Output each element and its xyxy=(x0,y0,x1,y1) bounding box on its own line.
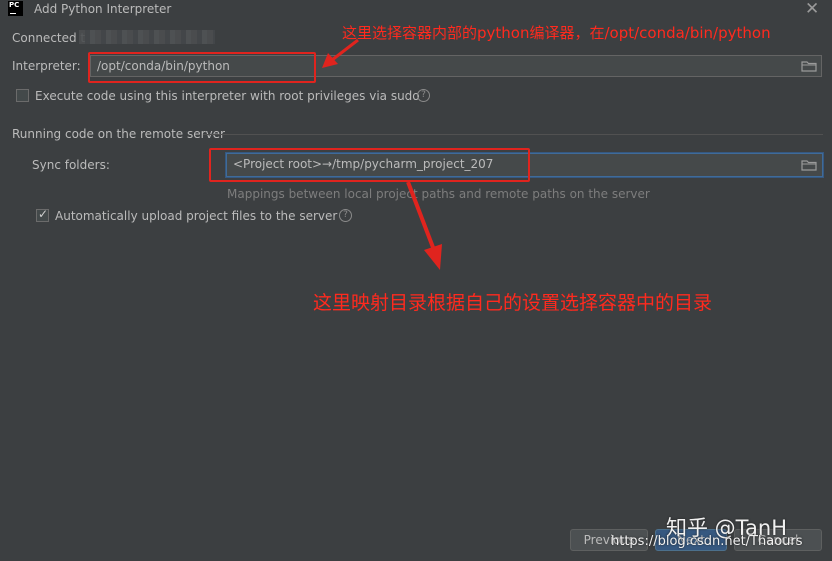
connection-label: Connected t xyxy=(12,31,86,45)
sync-highlight-box xyxy=(209,148,530,182)
red-arrow-down-icon xyxy=(406,181,442,270)
annotation-mapping-note: 这里映射目录根据自己的设置选择容器中的目录 xyxy=(313,292,713,314)
remote-section-title: Running code on the remote server xyxy=(12,127,225,141)
auto-upload-checkbox[interactable] xyxy=(36,207,49,222)
redacted-host xyxy=(79,30,215,44)
sync-browse-folder-icon[interactable] xyxy=(801,159,817,171)
auto-upload-help-icon[interactable]: ? xyxy=(339,209,352,222)
interpreter-browse-folder-icon[interactable] xyxy=(801,60,817,72)
sudo-help-icon[interactable]: ? xyxy=(417,89,430,102)
pycharm-logo-icon: PC xyxy=(8,1,23,16)
interpreter-highlight-box xyxy=(88,52,316,83)
csdn-watermark: https://blog.csdn.net/Thaours xyxy=(611,534,803,549)
section-separator xyxy=(203,134,823,135)
red-arrow-icon xyxy=(322,38,359,68)
sudo-checkbox[interactable] xyxy=(16,89,29,102)
dialog-title: Add Python Interpreter xyxy=(34,2,172,16)
sudo-label: Execute code using this interpreter with… xyxy=(35,89,420,103)
auto-upload-label: Automatically upload project files to th… xyxy=(55,209,338,223)
annotation-interpreter-note: 这里选择容器内部的python编译器，在/opt/conda/bin/pytho… xyxy=(342,24,771,42)
close-icon[interactable]: ✕ xyxy=(805,0,819,19)
sync-folders-label: Sync folders: xyxy=(32,158,110,172)
interpreter-label: Interpreter: xyxy=(12,59,81,73)
